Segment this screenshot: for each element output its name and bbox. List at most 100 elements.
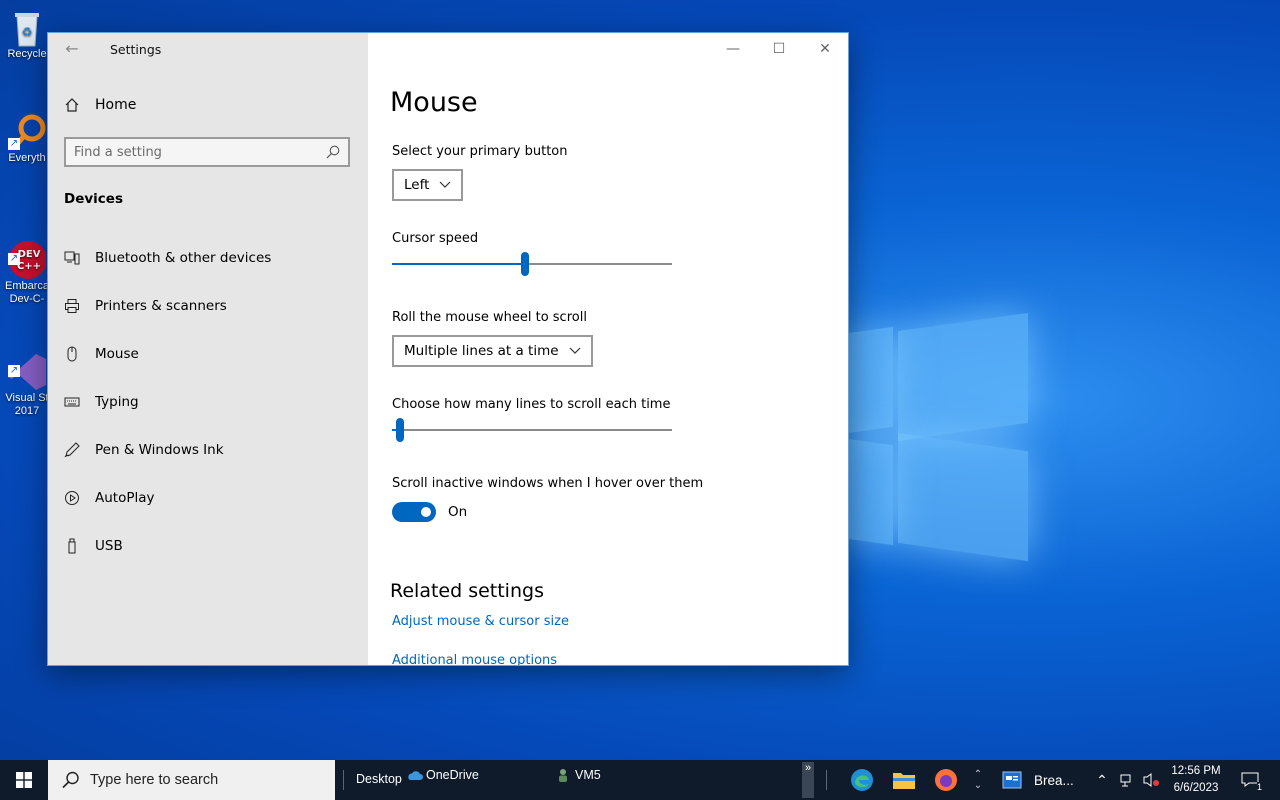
sidebar-item-mouse[interactable]: Mouse [64, 342, 354, 366]
app-window-icon [1002, 771, 1022, 789]
sidebar-item-pen[interactable]: Pen & Windows Ink [64, 438, 354, 462]
slider-thumb[interactable] [396, 418, 404, 442]
adjust-mouse-cursor-size-link[interactable]: Adjust mouse & cursor size [392, 614, 569, 629]
svg-text:DEV: DEV [18, 249, 41, 260]
start-button[interactable] [0, 760, 48, 800]
chevron-down-icon [439, 181, 451, 188]
chevron-down-icon[interactable]: ⌄ [974, 780, 982, 791]
volume-muted-icon[interactable] [1138, 764, 1164, 796]
desktop-icon-everything[interactable]: ↗ Everyth [2, 112, 52, 165]
page-title: Mouse [390, 87, 478, 118]
shortcut-arrow-icon: ↗ [8, 138, 20, 150]
taskbar: Type here to search Desktop OneDrive VM5… [0, 760, 1280, 800]
sidebar-item-label: USB [95, 538, 123, 554]
visual-studio-icon: ↗ [8, 339, 46, 390]
desktop-icon-visual-studio[interactable]: ↗ Visual St 2017 [2, 326, 52, 418]
magnifier-app-icon: ↗ [8, 112, 46, 150]
firefox-taskbar-button[interactable] [930, 764, 962, 796]
folder-icon [893, 773, 915, 789]
primary-button-dropdown[interactable]: Left [392, 169, 464, 201]
vm-label: VM5 [575, 768, 601, 782]
taskbar-divider [826, 770, 827, 790]
slider-track [392, 429, 672, 431]
active-app-taskbar-button[interactable]: Brea... [996, 764, 1086, 796]
usb-icon [64, 538, 80, 554]
lines-to-scroll-label: Choose how many lines to scroll each tim… [392, 397, 671, 412]
lines-to-scroll-slider[interactable] [392, 418, 672, 442]
maximize-button[interactable]: ☐ [756, 33, 802, 65]
file-explorer-taskbar-button[interactable] [888, 764, 920, 796]
scroll-inactive-toggle[interactable] [392, 502, 436, 522]
notification-count: 1 [1256, 782, 1262, 792]
minimize-button[interactable]: — [710, 33, 756, 65]
pen-icon [64, 442, 80, 458]
printer-icon [64, 298, 80, 314]
taskbar-search-label: Type here to search [90, 772, 219, 788]
nav-home-label: Home [95, 97, 137, 113]
sidebar-item-label: Pen & Windows Ink [95, 442, 224, 458]
desktop-icon-label: Everyth [8, 152, 46, 164]
slider-thumb[interactable] [521, 252, 529, 276]
settings-window: ← Settings Home Devices Bluetooth & othe… [48, 33, 848, 665]
cursor-speed-slider[interactable] [392, 252, 672, 276]
system-clock[interactable]: 12:56 PM 6/6/2023 [1166, 763, 1226, 797]
chevron-down-icon [569, 347, 580, 354]
vm-toolbar-item[interactable]: VM5 [556, 768, 601, 782]
wheel-scroll-dropdown[interactable]: Multiple lines at a time [392, 335, 593, 367]
sidebar-item-label: Printers & scanners [95, 298, 227, 314]
window-title: Settings [110, 42, 162, 57]
edge-taskbar-button[interactable] [846, 764, 878, 796]
sidebar-item-label: Bluetooth & other devices [95, 250, 272, 266]
cursor-speed-label: Cursor speed [392, 231, 479, 246]
toggle-knob [421, 507, 431, 517]
search-input[interactable] [74, 144, 326, 160]
shortcut-arrow-icon: ↗ [8, 365, 20, 377]
action-center-button[interactable]: 1 [1236, 764, 1264, 796]
sidebar-item-label: AutoPlay [95, 490, 155, 506]
toolbar-overflow-button[interactable]: » [802, 762, 814, 798]
windows-wallpaper-logo [848, 300, 1038, 562]
active-app-label: Brea... [1034, 772, 1074, 788]
taskbar-search-box[interactable]: Type here to search [48, 760, 335, 800]
desktop-icon-label: Embarca Dev-C- [4, 280, 50, 305]
slider-fill [392, 263, 525, 265]
network-icon[interactable] [1114, 764, 1140, 796]
clock-time: 12:56 PM [1171, 765, 1221, 777]
settings-sidebar: ← Settings Home Devices Bluetooth & othe… [48, 33, 368, 665]
sidebar-item-bluetooth[interactable]: Bluetooth & other devices [64, 246, 354, 270]
sidebar-section-title: Devices [64, 191, 123, 207]
nav-home[interactable]: Home [64, 93, 136, 117]
shortcut-arrow-icon: ↗ [8, 253, 20, 265]
svg-text:♻: ♻ [22, 25, 33, 39]
primary-button-label: Select your primary button [392, 144, 568, 159]
search-icon[interactable] [326, 145, 340, 159]
taskbar-scroll-arrows[interactable]: ⌃ ⌄ [970, 764, 986, 796]
sidebar-item-typing[interactable]: Typing [64, 390, 354, 414]
svg-text:C++: C++ [17, 261, 41, 272]
desktop-icon-recycle-bin[interactable]: ♻ Recycle [2, 8, 52, 61]
devcpp-app-icon: DEV C++ ↗ [8, 227, 47, 279]
clock-date: 6/6/2023 [1173, 782, 1219, 794]
onedrive-toolbar-item[interactable]: OneDrive [407, 768, 479, 782]
close-button[interactable]: ✕ [802, 33, 848, 65]
wheel-scroll-value: Multiple lines at a time [404, 343, 559, 359]
windows-start-icon [16, 772, 32, 788]
onedrive-cloud-icon [408, 770, 423, 780]
desktop-toolbar-label[interactable]: Desktop [356, 772, 402, 786]
back-arrow-icon[interactable]: ← [62, 39, 82, 59]
toggle-state-text: On [448, 504, 468, 520]
sidebar-item-printers[interactable]: Printers & scanners [64, 294, 354, 318]
primary-button-value: Left [404, 177, 430, 193]
sidebar-item-autoplay[interactable]: AutoPlay [64, 486, 354, 510]
edge-icon [851, 769, 873, 791]
settings-content: — ☐ ✕ Mouse Select your primary button L… [368, 33, 848, 665]
show-hidden-icons-chevron-up-icon[interactable]: ⌃ [1088, 764, 1116, 796]
home-icon [64, 97, 80, 113]
desktop-icon-devcpp[interactable]: DEV C++ ↗ Embarca Dev-C- [2, 214, 52, 306]
bluetooth-devices-icon [64, 250, 80, 266]
settings-search-box[interactable] [64, 137, 350, 167]
additional-mouse-options-link[interactable]: Additional mouse options [392, 653, 557, 665]
chevron-up-icon[interactable]: ⌃ [974, 769, 982, 780]
sidebar-item-usb[interactable]: USB [64, 534, 354, 558]
sidebar-item-label: Typing [95, 394, 139, 410]
